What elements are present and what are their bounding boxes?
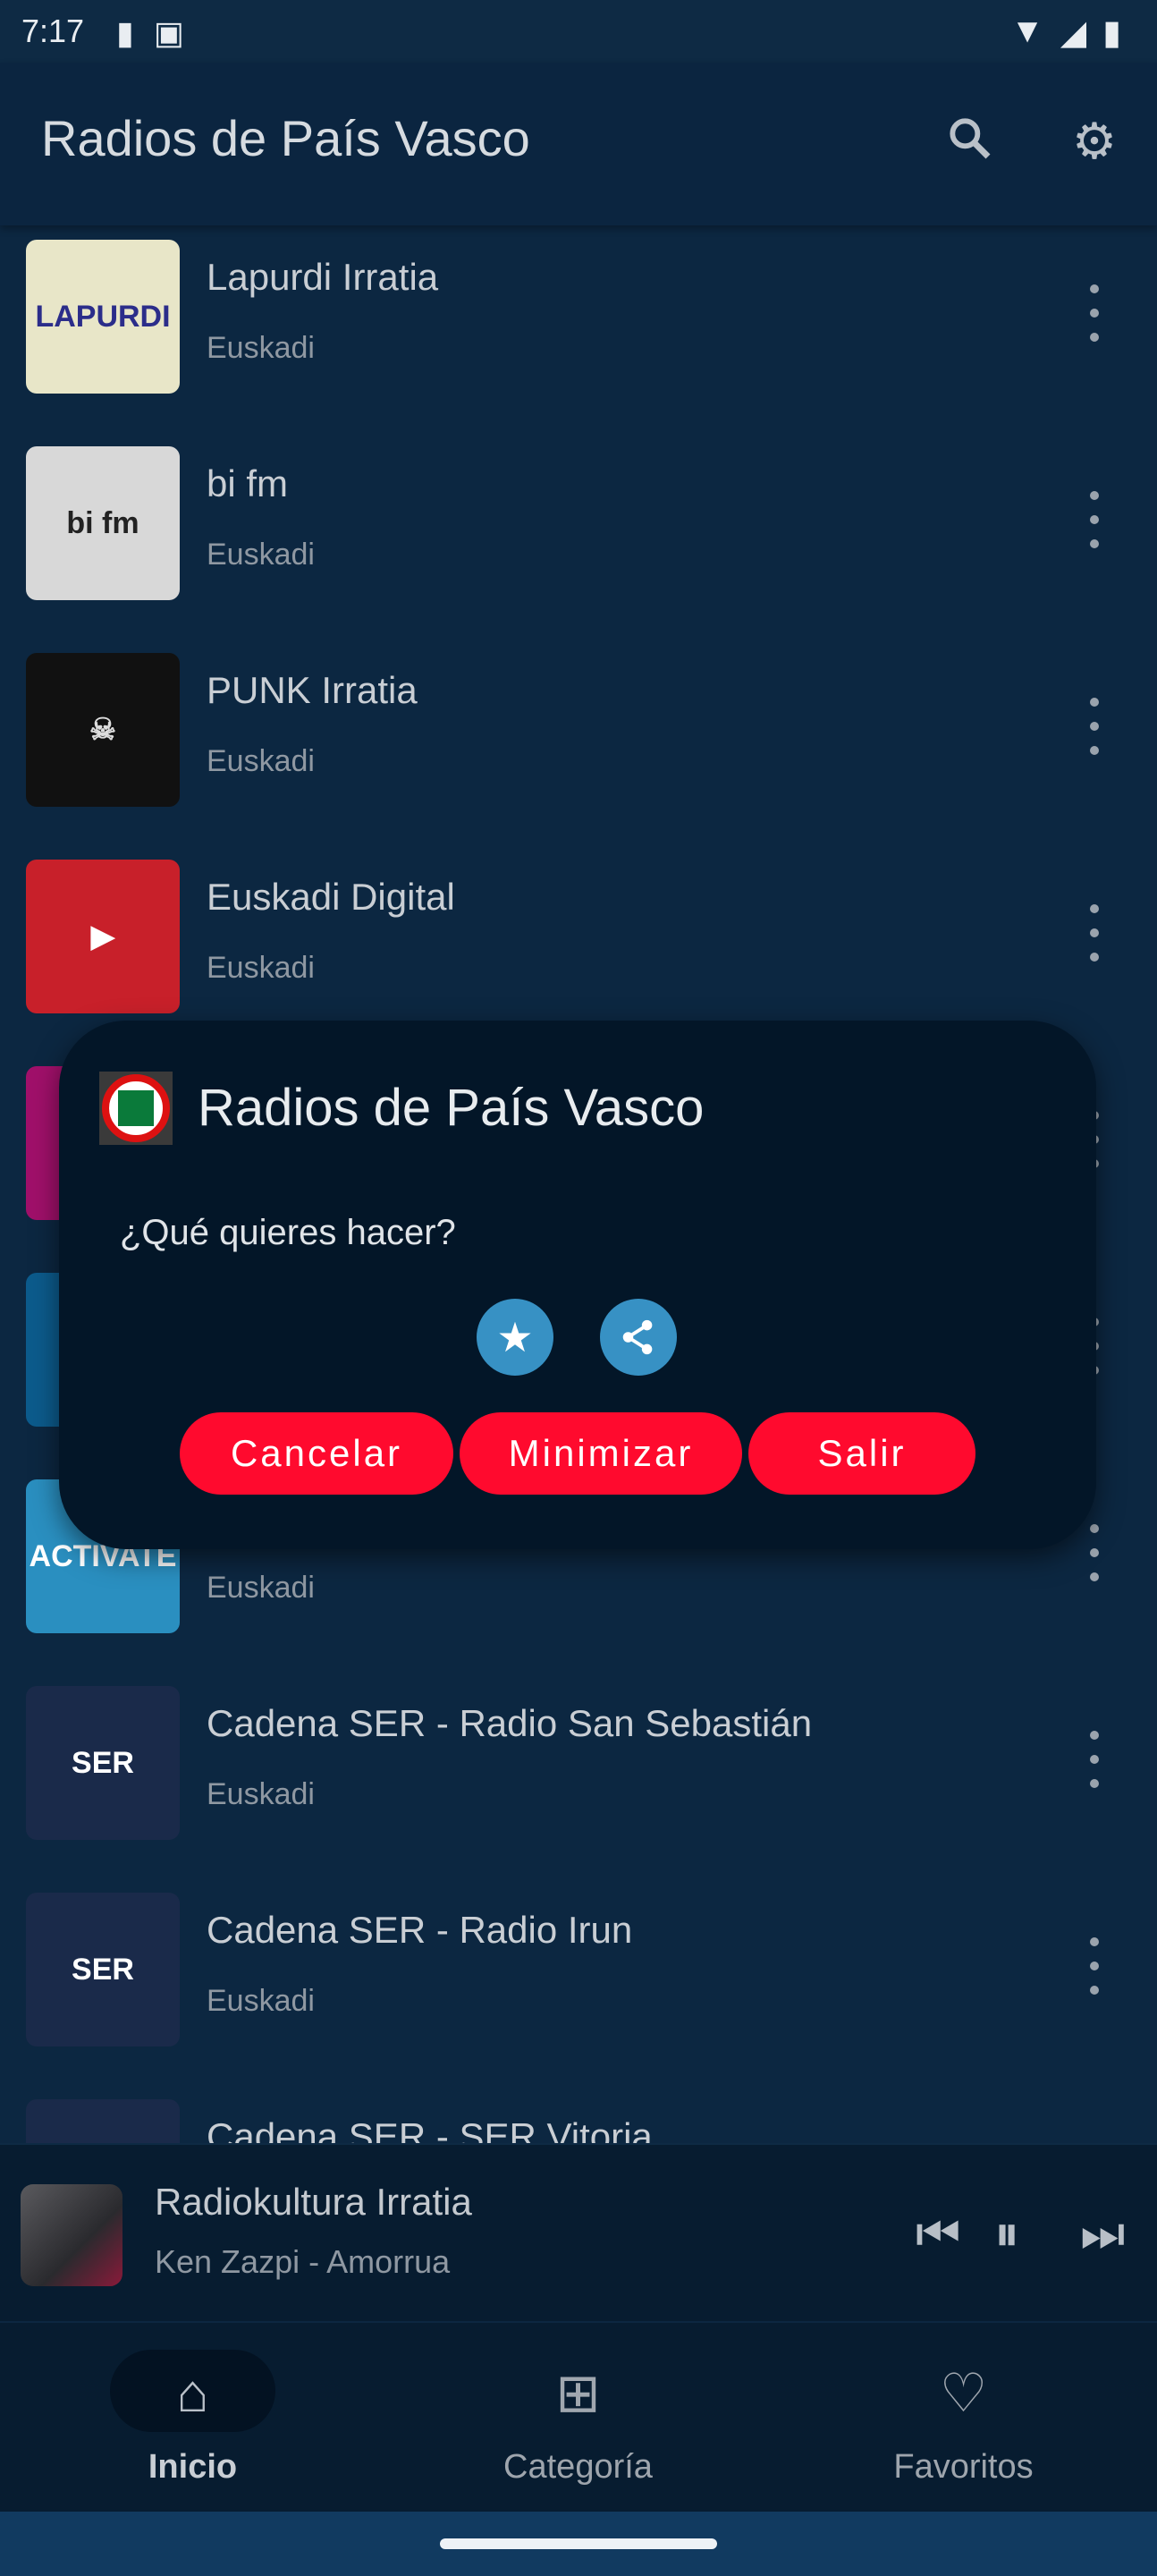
more-options-icon[interactable] xyxy=(1082,1517,1107,1589)
heart-icon: ♡ xyxy=(939,2363,988,2423)
exit-dialog: Radios de País Vasco ¿Qué quieres hacer?… xyxy=(59,1021,1096,1549)
station-region: Euskadi xyxy=(207,1984,315,2018)
notification-icon: ▣ xyxy=(153,14,184,51)
station-region: Euskadi xyxy=(207,331,315,365)
more-options-icon[interactable] xyxy=(1082,691,1107,762)
minimize-button[interactable]: Minimizar xyxy=(460,1412,742,1495)
station-logo-text: ▶ xyxy=(90,919,115,953)
star-icon[interactable]: ★ xyxy=(477,1299,553,1376)
pause-icon[interactable]: ⏸ xyxy=(994,2204,1019,2264)
dialog-title: Radios de País Vasco xyxy=(198,1079,705,1137)
station-region: Euskadi xyxy=(207,1571,315,1605)
station-logo: ▶ xyxy=(26,860,180,1013)
mini-player[interactable]: Radiokultura Irratia Ken Zazpi - Amorrua… xyxy=(0,2143,1157,2321)
home-icon: ⌂ xyxy=(176,2363,209,2423)
previous-icon[interactable]: ⏮ xyxy=(916,2204,960,2264)
station-logo-text: SER xyxy=(72,1745,134,1780)
station-name: Euskadi Digital xyxy=(207,876,455,918)
sd-card-icon: ▮ xyxy=(116,14,134,51)
tab-categoria[interactable]: ⊞ Categoría xyxy=(385,2323,771,2512)
station-region: Euskadi xyxy=(207,951,315,985)
station-name: bi fm xyxy=(207,462,289,504)
album-art xyxy=(21,2184,122,2286)
station-item[interactable]: ☠ PUNK Irratia Euskadi xyxy=(0,635,1157,842)
station-logo: SER xyxy=(26,1686,180,1840)
station-logo-text: bi fm xyxy=(66,505,139,540)
exit-button[interactable]: Salir xyxy=(748,1412,975,1495)
player-title: Radiokultura Irratia xyxy=(155,2181,472,2223)
signal-icon: ◢ xyxy=(1060,14,1087,52)
more-options-icon[interactable] xyxy=(1082,2137,1107,2143)
share-icon[interactable] xyxy=(600,1299,677,1376)
dialog-message: ¿Qué quieres hacer? xyxy=(120,1213,456,1252)
station-name: Cadena SER - Radio San Sebastián xyxy=(207,1702,813,1744)
more-options-icon[interactable] xyxy=(1082,277,1107,349)
station-item[interactable]: SER Cadena SER - Radio Irun Euskadi xyxy=(0,1875,1157,2081)
battery-icon: ▮ xyxy=(1102,14,1121,52)
more-options-icon[interactable] xyxy=(1082,1724,1107,1795)
station-region: Euskadi xyxy=(207,538,315,572)
wifi-icon: ▼ xyxy=(1010,13,1044,50)
cancel-button[interactable]: Cancelar xyxy=(180,1412,453,1495)
search-icon[interactable] xyxy=(941,113,998,170)
station-name: Cadena SER - SER Vitoria xyxy=(207,2115,653,2143)
station-logo-text: SER xyxy=(72,1952,134,1987)
station-logo: SER xyxy=(26,2099,180,2143)
station-name: PUNK Irratia xyxy=(207,669,418,711)
station-item[interactable]: SER Cadena SER - SER Vitoria xyxy=(0,2081,1157,2143)
app-logo xyxy=(99,1072,173,1145)
home-handle[interactable] xyxy=(440,2538,717,2549)
next-icon[interactable]: ⏭ xyxy=(1080,2204,1125,2264)
station-region: Euskadi xyxy=(207,1777,315,1811)
gear-icon[interactable]: ⚙ xyxy=(1066,113,1123,170)
station-name: Cadena SER - Radio Irun xyxy=(207,1909,633,1951)
station-logo: LAPURDI xyxy=(26,240,180,394)
bottom-nav: ⌂ Inicio ⊞ Categoría ♡ Favoritos xyxy=(0,2323,1157,2512)
station-logo: SER xyxy=(26,1893,180,2046)
status-time: 7:17 xyxy=(21,13,85,49)
station-item[interactable]: bi fm bi fm Euskadi xyxy=(0,428,1157,635)
tab-label: Inicio xyxy=(148,2448,238,2486)
tab-label: Favoritos xyxy=(893,2448,1034,2486)
station-name: Lapurdi Irratia xyxy=(207,256,439,298)
tab-inicio[interactable]: ⌂ Inicio xyxy=(0,2323,385,2512)
more-options-icon[interactable] xyxy=(1082,484,1107,555)
station-logo-text: LAPURDI xyxy=(35,299,171,334)
station-item[interactable]: SER Cadena SER - Radio San Sebastián Eus… xyxy=(0,1668,1157,1875)
player-subtitle: Ken Zazpi - Amorrua xyxy=(155,2243,451,2280)
station-item[interactable]: ▶ Euskadi Digital Euskadi xyxy=(0,842,1157,1048)
more-options-icon[interactable] xyxy=(1082,1930,1107,2002)
status-bar: 7:17 ▮ ▣ ▼ ◢ ▮ xyxy=(0,0,1157,63)
tab-label: Categoría xyxy=(503,2448,653,2486)
station-region: Euskadi xyxy=(207,744,315,778)
station-logo-text: ☠ xyxy=(89,713,117,747)
station-logo: ☠ xyxy=(26,653,180,807)
tab-favoritos[interactable]: ♡ Favoritos xyxy=(771,2323,1156,2512)
app-bar: Radios de País Vasco ⚙ xyxy=(0,63,1157,225)
more-options-icon[interactable] xyxy=(1082,897,1107,969)
station-logo: bi fm xyxy=(26,446,180,600)
grid-icon: ⊞ xyxy=(555,2363,601,2423)
station-item[interactable]: LAPURDI Lapurdi Irratia Euskadi xyxy=(0,225,1157,428)
app-title: Radios de País Vasco xyxy=(41,110,530,166)
gesture-bar xyxy=(0,2512,1157,2576)
